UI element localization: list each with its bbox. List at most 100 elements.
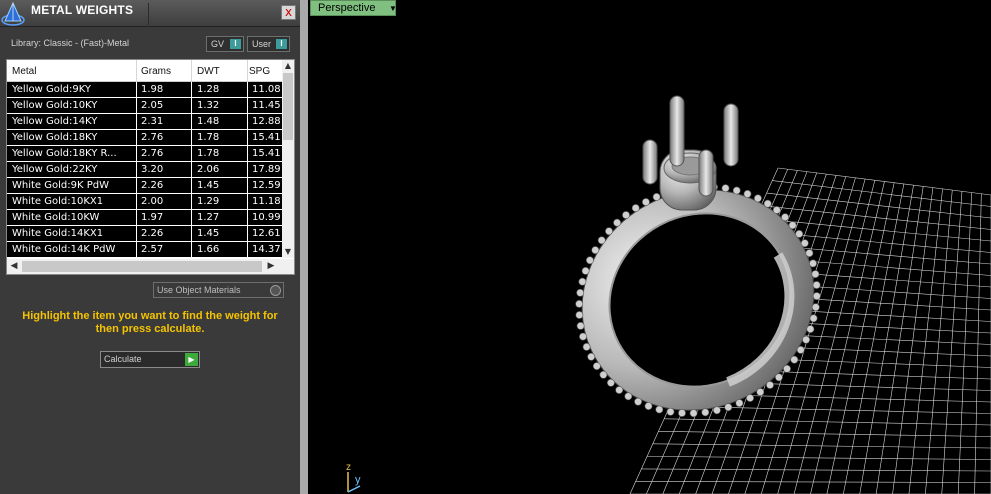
use-object-materials-label: Use Object Materials — [157, 285, 241, 295]
3d-viewport[interactable]: Perspective ▼ z y — [308, 0, 991, 494]
band-bead — [585, 256, 594, 265]
table-row[interactable]: Yellow Gold:18KY 2.76 1.78 15.41 — [7, 130, 282, 145]
row-divider — [136, 114, 137, 129]
close-icon[interactable]: x — [281, 5, 296, 20]
table-row[interactable]: Yellow Gold:9KY 1.98 1.28 11.08 — [7, 82, 282, 97]
radio-icon — [270, 285, 281, 296]
row-divider — [136, 178, 137, 193]
band-bead — [753, 194, 762, 203]
library-label: Library: Classic - (Fast)-Metal — [11, 38, 130, 48]
band-bead — [743, 189, 752, 198]
row-divider — [191, 194, 192, 209]
table-cell: White Gold:9K PdW — [12, 180, 109, 191]
table-row[interactable]: White Gold:10KW 1.97 1.27 10.99 — [7, 210, 282, 225]
scroll-left-icon[interactable]: ◀ — [7, 259, 21, 274]
use-object-materials-toggle[interactable]: Use Object Materials — [153, 282, 284, 298]
band-bead — [615, 386, 624, 394]
table-row[interactable]: Yellow Gold:10KY 2.05 1.32 11.45 — [7, 98, 282, 113]
grid-line — [826, 182, 895, 494]
table-row[interactable]: Yellow Gold:22KY 3.20 2.06 17.89 — [7, 162, 282, 177]
horizontal-scroll-thumb[interactable] — [22, 261, 262, 272]
column-header-metal[interactable]: Metal — [12, 66, 36, 77]
band-bead — [606, 378, 615, 387]
table-cell: 1.45 — [197, 228, 220, 239]
scroll-up-icon[interactable]: ▲ — [282, 60, 294, 72]
gv-dropdown-label: GV — [211, 39, 225, 49]
band-bead — [655, 405, 664, 414]
vertical-scroll-thumb[interactable] — [283, 73, 293, 140]
band-bead — [746, 394, 754, 402]
viewport-tab[interactable]: Perspective ▼ — [310, 0, 397, 16]
table-cell: 2.57 — [141, 244, 164, 255]
table-row[interactable]: White Gold:14KX1 2.26 1.45 12.61 — [7, 226, 282, 241]
row-divider — [136, 194, 137, 209]
band-bead — [806, 325, 815, 333]
table-cell: 2.06 — [197, 164, 220, 175]
title-divider — [148, 3, 149, 25]
table-cell: 1.78 — [197, 132, 220, 143]
column-header-dwt[interactable]: DWT — [197, 66, 220, 77]
column-header-spg[interactable]: SPG — [249, 66, 270, 77]
table-cell: 2.26 — [141, 228, 164, 239]
horizontal-scrollbar[interactable]: ◀ ▶ — [7, 259, 294, 274]
band-bead — [811, 270, 820, 278]
panel-splitter[interactable] — [300, 0, 308, 494]
band-bead — [578, 277, 587, 286]
table-row[interactable]: White Gold:14K PdW 2.57 1.66 14.37 — [7, 242, 282, 257]
vertical-scrollbar[interactable]: ▲ ▼ — [282, 60, 294, 258]
table-cell: 2.00 — [141, 196, 164, 207]
band-bead — [735, 399, 744, 407]
row-divider — [191, 146, 192, 161]
ring-3d-scene[interactable] — [308, 0, 991, 494]
user-dropdown[interactable]: User I — [247, 36, 290, 52]
band-bead — [795, 229, 804, 238]
row-divider — [247, 226, 248, 241]
user-dropdown-label: User — [252, 39, 272, 49]
band-bead — [774, 373, 783, 382]
table-cell: 1.32 — [197, 100, 220, 111]
row-divider — [191, 130, 192, 145]
row-divider — [136, 146, 137, 161]
axis-z-label: z — [346, 462, 351, 473]
scroll-down-icon[interactable]: ▼ — [282, 246, 294, 258]
table-cell: 1.97 — [141, 212, 164, 223]
band-bead — [790, 355, 799, 364]
table-cell: White Gold:10KW — [12, 212, 100, 223]
row-divider — [191, 242, 192, 257]
scroll-right-icon[interactable]: ▶ — [264, 259, 278, 274]
table-row[interactable]: White Gold:9K PdW 2.26 1.45 12.59 — [7, 178, 282, 193]
band-bead — [597, 236, 606, 245]
row-divider — [247, 82, 248, 97]
table-row[interactable]: White Gold:10KX1 2.00 1.29 11.18 — [7, 194, 282, 209]
table-cell: White Gold:14KX1 — [12, 228, 104, 239]
calculate-button[interactable]: Calculate ▶ — [100, 351, 200, 368]
metal-weights-panel: METAL WEIGHTS x Library: Classic - (Fast… — [0, 0, 300, 494]
panel-header: METAL WEIGHTS x — [0, 0, 300, 27]
band-bead — [579, 332, 587, 341]
table-cell: 2.31 — [141, 116, 164, 127]
pyramid-logo-icon — [1, 1, 25, 26]
row-divider — [191, 98, 192, 113]
table-cell: White Gold:14K PdW — [12, 244, 116, 255]
table-row[interactable]: Yellow Gold:18KY R... 2.76 1.78 15.41 — [7, 146, 282, 161]
band-bead — [689, 409, 698, 418]
row-divider — [247, 130, 248, 145]
band-bead — [811, 303, 820, 312]
band-bead — [756, 388, 765, 396]
row-divider — [136, 242, 137, 257]
table-row[interactable]: Yellow Gold:14KY 2.31 1.48 12.88 — [7, 114, 282, 129]
table-cell: 11.08 — [252, 84, 281, 95]
column-header-grams[interactable]: Grams — [141, 66, 171, 77]
row-divider — [191, 114, 192, 129]
gv-dropdown[interactable]: GV I — [206, 36, 244, 52]
table-cell: 1.98 — [141, 84, 164, 95]
row-divider — [247, 114, 248, 129]
grid-line — [859, 185, 914, 494]
band-bead — [763, 199, 772, 208]
table-cell: 3.20 — [141, 164, 164, 175]
grid-line — [810, 181, 885, 494]
table-body: Yellow Gold:9KY 1.98 1.28 11.08 Yellow Gold:… — [7, 82, 282, 258]
table-cell: 1.45 — [197, 180, 220, 191]
band-bead — [812, 281, 821, 289]
table-header: Metal Grams DWT SPG — [7, 60, 282, 82]
